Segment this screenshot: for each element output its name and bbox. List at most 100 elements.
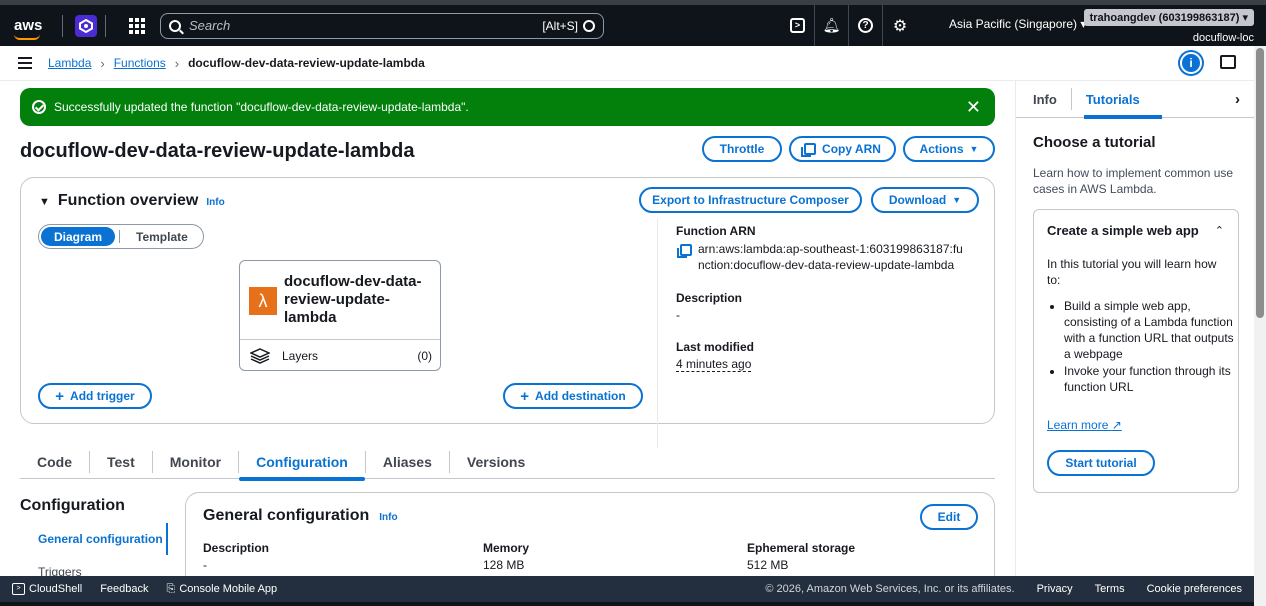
breadcrumb-bar: Lambda › Functions › docuflow-dev-data-r… <box>0 46 1254 81</box>
view-toggle: Diagram Template <box>38 224 204 249</box>
feedback-panel-icon[interactable] <box>1220 55 1236 69</box>
copy-icon[interactable] <box>677 244 692 258</box>
description-block: Description - <box>676 291 742 322</box>
collapse-icon[interactable]: ▼ <box>39 196 50 208</box>
mobile-icon: ⎘ <box>166 582 176 595</box>
column-divider <box>657 218 658 448</box>
bell-icon: 🔔︎ <box>822 17 841 33</box>
export-composer-button[interactable]: Export to Infrastructure Composer <box>639 187 862 213</box>
edit-button[interactable]: Edit <box>920 504 978 530</box>
tutorial-card: Create a simple web app ⌃ In this tutori… <box>1033 209 1239 493</box>
function-overview-card: ▼ Function overview Info Export to Infra… <box>20 177 995 448</box>
success-flash: Successfully updated the function "docuf… <box>20 88 995 126</box>
cloudshell-footer-button[interactable]: > CloudShell <box>12 583 82 595</box>
copyright-text: © 2026, Amazon Web Services, Inc. or its… <box>765 583 1015 595</box>
actions-button[interactable]: Actions ▼ <box>903 136 995 162</box>
last-modified-value[interactable]: 4 minutes ago <box>676 357 752 372</box>
tutorial-card-title: Create a simple web app <box>1047 223 1199 238</box>
chevron-right-icon[interactable]: › <box>1235 91 1240 108</box>
function-diagram-node[interactable]: λ docuflow-dev-data-review-update-lambda… <box>239 260 441 371</box>
privacy-link[interactable]: Privacy <box>1037 583 1073 595</box>
tab-test[interactable]: Test <box>90 450 153 473</box>
template-toggle[interactable]: Template <box>124 227 200 246</box>
layers-row[interactable]: Layers (0) <box>250 348 432 364</box>
success-icon <box>32 100 46 114</box>
download-button[interactable]: Download ▼ <box>871 187 979 213</box>
chevron-right-icon: › <box>100 55 105 71</box>
tutorial-bullet: Invoke your function through its functio… <box>1064 363 1234 395</box>
tab-monitor[interactable]: Monitor <box>153 450 240 473</box>
arn-value: arn:aws:lambda:ap-southeast-1:6031998631… <box>698 242 963 272</box>
tab-versions[interactable]: Versions <box>450 451 542 473</box>
plus-icon: + <box>520 387 530 405</box>
console-footer: > CloudShell Feedback ⎘ Console Mobile App… <box>0 576 1254 606</box>
description-label: Description <box>676 291 743 305</box>
chevron-right-icon: › <box>174 55 180 71</box>
arn-label: Function ARN <box>676 224 756 238</box>
breadcrumb-functions[interactable]: Functions <box>114 56 166 70</box>
top-navigation: aws Search [Alt+S] > 🔔︎ ? ⚙ Asia Pacific… <box>0 0 1266 46</box>
add-trigger-button[interactable]: + Add trigger <box>38 383 152 409</box>
function-arn-block: Function ARN arn:aws:lambda:ap-southeast… <box>676 224 963 273</box>
tutorial-heading: Choose a tutorial <box>1033 134 1156 151</box>
mobile-app-link[interactable]: ⎘ Console Mobile App <box>167 583 278 596</box>
page-title: docuflow-dev-data-review-update-lambda <box>20 140 415 162</box>
tutorial-intro: In this tutorial you will learn how to: <box>1047 257 1217 287</box>
breadcrumb-lambda[interactable]: Lambda <box>48 56 91 70</box>
add-destination-button[interactable]: + Add destination <box>503 383 643 409</box>
config-ephemeral-storage: Ephemeral storage 512 MB <box>747 541 856 572</box>
config-memory: Memory 128 MB <box>483 541 530 572</box>
menu-icon[interactable] <box>18 57 32 69</box>
external-link-icon: ↗ <box>1111 418 1122 432</box>
cloudshell-icon: > <box>790 18 805 33</box>
tools-tab-info[interactable]: Info <box>1033 88 1072 110</box>
cloudshell-button[interactable]: > <box>781 5 815 46</box>
info-link[interactable]: Info <box>206 197 224 208</box>
region-selector[interactable]: Asia Pacific (Singapore) ▾ <box>949 17 1086 31</box>
account-menu[interactable]: trahoangdev (603199863187) ▾ docuflow-lo… <box>1083 9 1254 44</box>
aws-logo[interactable]: aws <box>14 17 54 40</box>
breadcrumb-current: docuflow-dev-data-review-update-lambda <box>188 56 425 70</box>
chevron-up-icon[interactable]: ⌃ <box>1215 224 1224 237</box>
layers-count: (0) <box>417 349 432 363</box>
general-config-title: General configuration <box>203 507 370 524</box>
diagram-toggle[interactable]: Diagram <box>41 227 115 246</box>
info-link[interactable]: Info <box>379 512 397 523</box>
config-nav-general[interactable]: General configuration <box>38 532 163 546</box>
shortcut-icon <box>583 19 595 32</box>
function-tabs: Code Test Monitor Configuration Aliases … <box>20 445 995 481</box>
caret-down-icon: ▼ <box>969 144 979 154</box>
feedback-footer-link[interactable]: Feedback <box>100 583 148 595</box>
nav-divider <box>105 14 106 37</box>
tab-aliases[interactable]: Aliases <box>366 450 450 473</box>
copy-arn-button[interactable]: Copy ARN <box>789 136 896 162</box>
services-menu-icon[interactable] <box>126 15 148 37</box>
tab-code[interactable]: Code <box>20 450 90 473</box>
config-description: Description - <box>203 541 270 572</box>
start-tutorial-button[interactable]: Start tutorial <box>1047 450 1155 476</box>
overview-title: Function overview <box>57 192 199 209</box>
help-button[interactable]: ? <box>849 5 883 46</box>
search-placeholder: Search <box>189 18 231 33</box>
search-shortcut: [Alt+S] <box>542 19 595 33</box>
last-modified-block: Last modified 4 minutes ago <box>676 340 754 372</box>
service-favorite-icon[interactable] <box>75 14 97 37</box>
config-nav-title: Configuration <box>20 497 125 514</box>
help-icon: ? <box>858 18 873 33</box>
tools-tab-tutorials[interactable]: Tutorials <box>1083 88 1162 119</box>
flash-message: Successfully updated the function "docuf… <box>54 100 469 114</box>
learn-more-link[interactable]: Learn more ↗ <box>1047 418 1122 432</box>
scrollbar-thumb[interactable] <box>1256 48 1264 318</box>
caret-down-icon: ▼ <box>952 195 962 205</box>
config-nav-indicator <box>166 523 168 555</box>
tab-configuration[interactable]: Configuration <box>239 450 366 481</box>
cloudshell-icon: > <box>12 583 25 595</box>
info-panel-icon[interactable]: i <box>1180 52 1202 74</box>
close-icon[interactable]: ✕ <box>966 98 981 116</box>
terms-link[interactable]: Terms <box>1095 583 1125 595</box>
throttle-button[interactable]: Throttle <box>702 136 782 162</box>
notifications-button[interactable]: 🔔︎ <box>815 5 849 46</box>
cookie-preferences-link[interactable]: Cookie preferences <box>1147 583 1242 595</box>
search-input[interactable]: Search [Alt+S] <box>160 12 604 39</box>
settings-button[interactable]: ⚙ <box>883 5 917 46</box>
